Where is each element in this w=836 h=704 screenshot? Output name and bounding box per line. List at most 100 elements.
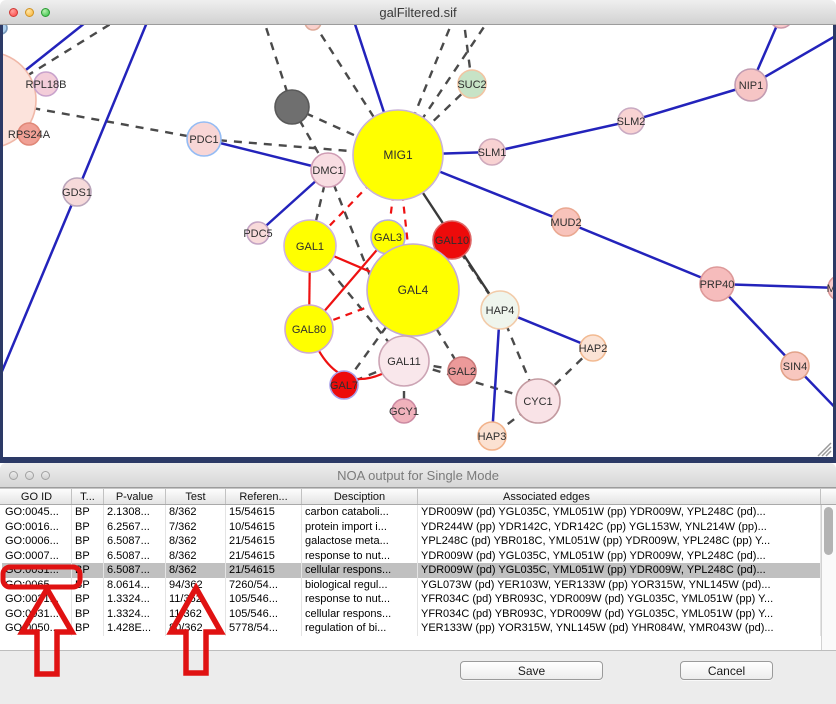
- network-edge-MUD2-PRP40: [566, 222, 717, 284]
- network-node-GAL7[interactable]: [330, 371, 358, 399]
- network-edge-SLM1-SLM2: [492, 121, 631, 152]
- network-node-SIN4[interactable]: [781, 352, 809, 380]
- table-row[interactable]: GO:0065...BP8.0614...94/3627260/54...bio…: [2, 578, 821, 593]
- view-frame: [0, 25, 3, 463]
- cell-description: response to nut...: [302, 549, 418, 564]
- network-edge-PRP40-MSL5: [717, 284, 836, 288]
- network-node-PRP40[interactable]: [700, 267, 734, 301]
- table-row[interactable]: GO:0007...BP6.5087...8/36221/54615respon…: [2, 549, 821, 564]
- table-row[interactable]: GO:0050...BP1.428E...80/3625778/54...reg…: [2, 621, 821, 636]
- network-node-GAL1[interactable]: [284, 220, 336, 272]
- network-node-MUD2[interactable]: [552, 208, 580, 236]
- cell-go_id: GO:0045...: [2, 505, 72, 520]
- table-row[interactable]: GO:0031...BP1.3324...11/362105/546...res…: [2, 592, 821, 607]
- network-node-TOPR[interactable]: [769, 25, 793, 28]
- noa-output-window: NOA output for Single Mode GO IDT...P-va…: [0, 463, 836, 704]
- cell-reference: 15/54615: [226, 505, 302, 520]
- network-node-CYC1[interactable]: [516, 379, 560, 423]
- cell-type: BP: [72, 607, 104, 622]
- column-header-test[interactable]: Test: [166, 489, 226, 504]
- window-controls-inactive: [9, 463, 50, 487]
- cell-edges: YDR009W (pd) YGL035C, YML051W (pp) YDR00…: [418, 563, 821, 578]
- network-node-SLM2[interactable]: [618, 108, 644, 134]
- network-node-GAL4[interactable]: [367, 244, 459, 336]
- close-button[interactable]: [9, 8, 18, 17]
- minimize-button[interactable]: [25, 8, 34, 17]
- network-node-DMC1[interactable]: [311, 153, 345, 187]
- network-node-RPL18B[interactable]: [34, 72, 58, 96]
- cell-description: protein import i...: [302, 520, 418, 535]
- network-node-MIG1[interactable]: [353, 110, 443, 200]
- cell-go_id: GO:0065...: [2, 578, 72, 593]
- cell-p_value: 1.3324...: [104, 607, 166, 622]
- cell-type: BP: [72, 505, 104, 520]
- cell-edges: YGL073W (pd) YER103W, YER133W (pp) YOR31…: [418, 578, 821, 593]
- header-scrollbar-corner: [821, 489, 834, 504]
- cell-edges: YFR034C (pd) YBR093C, YDR009W (pd) YGL03…: [418, 607, 821, 622]
- minimize-button[interactable]: [25, 471, 34, 480]
- cell-reference: 21/54615: [226, 563, 302, 578]
- network-node-GAL2[interactable]: [448, 357, 476, 385]
- column-header-edges[interactable]: Associated edges: [418, 489, 821, 504]
- cell-reference: 7260/54...: [226, 578, 302, 593]
- network-node-SUC2[interactable]: [458, 70, 486, 98]
- column-header-p_value[interactable]: P-value: [104, 489, 166, 504]
- cell-go_id: GO:0031...: [2, 592, 72, 607]
- cell-test: 7/362: [166, 520, 226, 535]
- cell-edges: YDR244W (pp) YDR142C, YDR142C (pp) YGL15…: [418, 520, 821, 535]
- cell-description: response to nut...: [302, 592, 418, 607]
- network-canvas[interactable]: RPL18BRPS24AGDS1PDC1PDC5DMC1MIG1SUC2SLM1…: [0, 25, 836, 463]
- button-panel: Save Cancel: [0, 650, 836, 704]
- column-header-reference[interactable]: Referen...: [226, 489, 302, 504]
- network-node-GAL11[interactable]: [379, 336, 429, 386]
- cell-type: BP: [72, 578, 104, 593]
- cell-test: 8/362: [166, 534, 226, 549]
- cell-reference: 21/54615: [226, 534, 302, 549]
- cell-type: BP: [72, 534, 104, 549]
- network-node-TOPM[interactable]: [305, 25, 321, 30]
- save-button[interactable]: Save: [460, 661, 603, 680]
- table-row[interactable]: GO:0006...BP6.5087...8/36221/54615galact…: [2, 534, 821, 549]
- table-row[interactable]: GO:0045...BP2.1308...8/36215/54615carbon…: [2, 505, 821, 520]
- cell-test: 11/362: [166, 607, 226, 622]
- cell-test: 8/362: [166, 505, 226, 520]
- network-node-HAP2[interactable]: [580, 335, 606, 361]
- cell-type: BP: [72, 549, 104, 564]
- network-node-HAP3[interactable]: [478, 422, 506, 450]
- zoom-button[interactable]: [41, 8, 50, 17]
- cell-test: 8/362: [166, 563, 226, 578]
- cell-edges: YDR009W (pd) YGL035C, YML051W (pp) YDR00…: [418, 549, 821, 564]
- cell-edges: YDR009W (pd) YGL035C, YML051W (pp) YDR00…: [418, 505, 821, 520]
- table-scrollbar[interactable]: [821, 505, 836, 650]
- network-node-GCY1[interactable]: [392, 399, 416, 423]
- scrollbar-thumb[interactable]: [824, 507, 833, 555]
- network-node-SLM1[interactable]: [479, 139, 505, 165]
- network-node-HAP4[interactable]: [481, 291, 519, 329]
- cell-p_value: 6.5087...: [104, 563, 166, 578]
- table-row[interactable]: GO:0031...BP1.3324...11/362105/546...cel…: [2, 607, 821, 622]
- cancel-button[interactable]: Cancel: [680, 661, 773, 680]
- cell-description: galactose meta...: [302, 534, 418, 549]
- cell-description: carbon cataboli...: [302, 505, 418, 520]
- network-node-NIP1[interactable]: [735, 69, 767, 101]
- network-node-GAL80[interactable]: [285, 305, 333, 353]
- zoom-button[interactable]: [41, 471, 50, 480]
- network-node-GRAY[interactable]: [275, 90, 309, 124]
- cell-p_value: 2.1308...: [104, 505, 166, 520]
- network-node-RPS24A[interactable]: [18, 123, 40, 145]
- table-row-selected[interactable]: GO:0031...BP6.5087...8/36221/54615cellul…: [2, 563, 821, 578]
- column-header-description[interactable]: Desciption: [302, 489, 418, 504]
- network-node-GDS1[interactable]: [63, 178, 91, 206]
- cell-test: 8/362: [166, 549, 226, 564]
- cell-go_id: GO:0050...: [2, 621, 72, 636]
- cell-type: BP: [72, 563, 104, 578]
- network-node-PDC1[interactable]: [187, 122, 221, 156]
- close-button[interactable]: [9, 471, 18, 480]
- cell-p_value: 6.5087...: [104, 534, 166, 549]
- column-header-go_id[interactable]: GO ID: [2, 489, 72, 504]
- table-row[interactable]: GO:0016...BP6.2567...7/36210/54615protei…: [2, 520, 821, 535]
- network-node-PDC5[interactable]: [247, 222, 269, 244]
- table-header: GO IDT...P-valueTestReferen...Desciption…: [0, 488, 836, 505]
- column-header-type[interactable]: T...: [72, 489, 104, 504]
- cell-reference: 105/546...: [226, 592, 302, 607]
